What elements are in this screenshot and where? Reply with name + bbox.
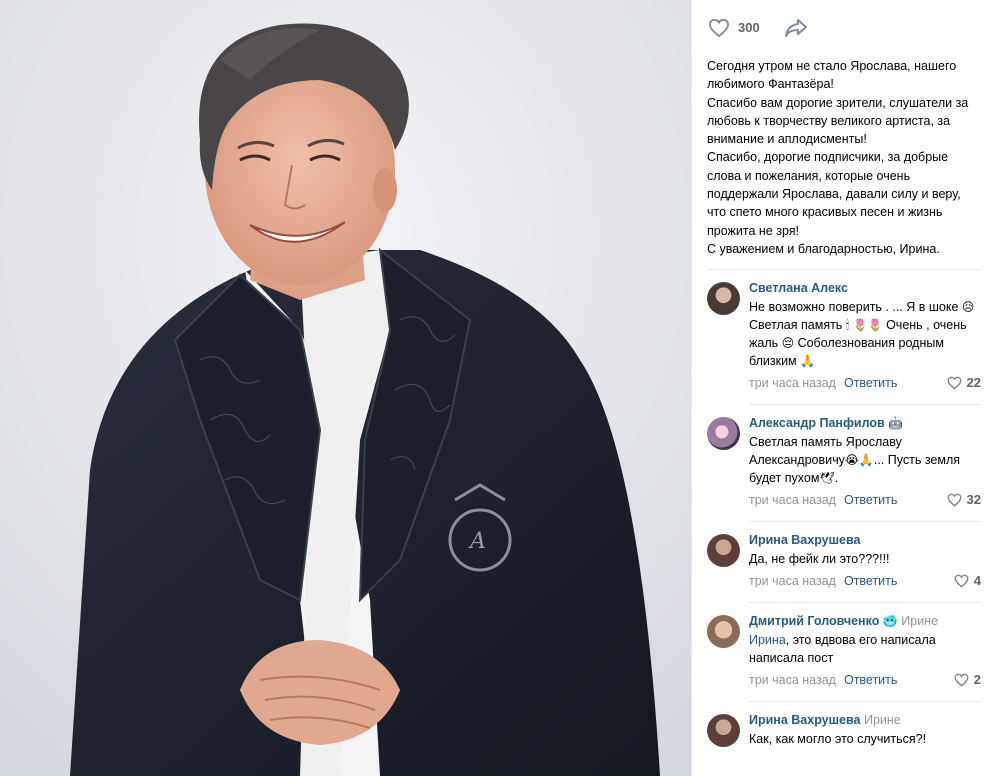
heart-outline-icon xyxy=(947,376,962,390)
portrait-illustration: A xyxy=(0,0,691,776)
comment-author[interactable]: Александр Панфилов 🤖 xyxy=(749,415,981,431)
comment-meta: три часа назад Ответить 2 xyxy=(749,672,981,688)
svg-text:A: A xyxy=(468,529,486,554)
comment-time[interactable]: три часа назад xyxy=(749,493,836,507)
comment-like-count: 32 xyxy=(966,492,981,507)
reply-button[interactable]: Ответить xyxy=(844,376,897,390)
heart-outline-icon xyxy=(954,673,969,687)
avatar[interactable] xyxy=(707,417,740,450)
sad-emoji-icon: 😔 xyxy=(781,336,795,350)
heart-outline-icon xyxy=(954,574,969,588)
post-line: С уважением и благодарностью, Ирина. xyxy=(707,241,940,256)
feather-icon: 🕊 xyxy=(819,471,835,485)
tulip-icon: 🌷 xyxy=(867,318,883,332)
comment: Ирина Вахрушева Да, не фейк ли это???!!!… xyxy=(692,522,991,603)
comment-like-button[interactable]: 32 xyxy=(947,492,981,508)
candle-icon: 🕯 xyxy=(845,318,850,332)
comment-like-button[interactable]: 2 xyxy=(954,672,981,688)
pray-icon: 🙏 xyxy=(800,354,816,368)
comment-author[interactable]: Дмитрий Головченко 🥶 Ирине xyxy=(749,613,981,629)
comment: Дмитрий Головченко 🥶 Ирине Ирина, это вд… xyxy=(692,603,991,702)
post-line: Спасибо, дорогие подписчики, за добрые с… xyxy=(707,150,961,238)
comment-text: Ирина, это вдвова его написала написала … xyxy=(749,633,936,665)
comment-like-count: 2 xyxy=(973,672,981,687)
comment-like-count: 4 xyxy=(973,573,981,588)
comment-meta: три часа назад Ответить 4 xyxy=(749,573,981,589)
comment-text: Не возможно поверить . ... Я в шоке 😥Све… xyxy=(749,300,975,368)
comment-like-button[interactable]: 4 xyxy=(954,573,981,589)
comment: Ирина Вахрушева Ирине Как, как могло это… xyxy=(692,702,991,748)
reply-button[interactable]: Ответить xyxy=(844,493,897,507)
comment-author[interactable]: Светлана Алекс xyxy=(749,280,981,296)
pray-icon: 🙏 xyxy=(858,453,874,467)
avatar[interactable] xyxy=(707,282,740,315)
comment-meta: три часа назад Ответить 32 xyxy=(749,492,981,508)
reply-button[interactable]: Ответить xyxy=(844,574,897,588)
comment: Светлана Алекс Не возможно поверить . ..… xyxy=(692,270,991,405)
like-count: 300 xyxy=(738,20,760,35)
avatar[interactable] xyxy=(707,714,740,747)
comment-text: Да, не фейк ли это???!!! xyxy=(749,552,890,566)
reply-button[interactable]: Ответить xyxy=(844,673,897,687)
robot-icon: 🤖 xyxy=(888,416,904,430)
comment-meta: три часа назад Ответить 22 xyxy=(749,375,981,391)
mention-link[interactable]: Ирина xyxy=(749,633,786,647)
comment-author[interactable]: Ирина Вахрушева Ирине xyxy=(749,712,981,728)
comment: Александр Панфилов 🤖 Светлая память Ярос… xyxy=(692,405,991,522)
comment-time[interactable]: три часа назад xyxy=(749,574,836,588)
like-button[interactable]: 300 xyxy=(708,18,760,38)
sad-emoji-icon: 😥 xyxy=(961,300,975,314)
comment-like-count: 22 xyxy=(966,375,981,390)
comment-text: Как, как могло это случиться?! xyxy=(749,732,927,746)
comment-like-button[interactable]: 22 xyxy=(947,375,981,391)
heart-icon xyxy=(708,18,730,37)
post-text: Сегодня утром не стало Ярослава, нашего … xyxy=(692,55,991,269)
mask-icon: 🥶 xyxy=(882,614,898,628)
comment-time[interactable]: три часа назад xyxy=(749,673,836,687)
heart-outline-icon xyxy=(947,493,962,507)
post-side-panel: 300 Сегодня утром не стало Ярослава, наш… xyxy=(691,0,991,776)
post-photo[interactable]: A xyxy=(0,0,691,776)
share-arrow-icon xyxy=(784,18,807,37)
avatar[interactable] xyxy=(707,615,740,648)
post-actions: 300 xyxy=(692,0,991,55)
comment-author[interactable]: Ирина Вахрушева xyxy=(749,532,981,548)
share-button[interactable] xyxy=(784,18,808,38)
crying-emoji-icon: 😭 xyxy=(844,453,859,467)
tulip-icon: 🌷 xyxy=(852,318,868,332)
post-line: Сегодня утром не стало Ярослава, нашего … xyxy=(707,59,957,92)
comment-time[interactable]: три часа назад xyxy=(749,376,836,390)
comment-text: Светлая память Ярославу Александровичу😭🙏… xyxy=(749,435,961,485)
avatar[interactable] xyxy=(707,534,740,567)
post-line: Спасибо вам дорогие зрители, слушатели з… xyxy=(707,95,969,147)
